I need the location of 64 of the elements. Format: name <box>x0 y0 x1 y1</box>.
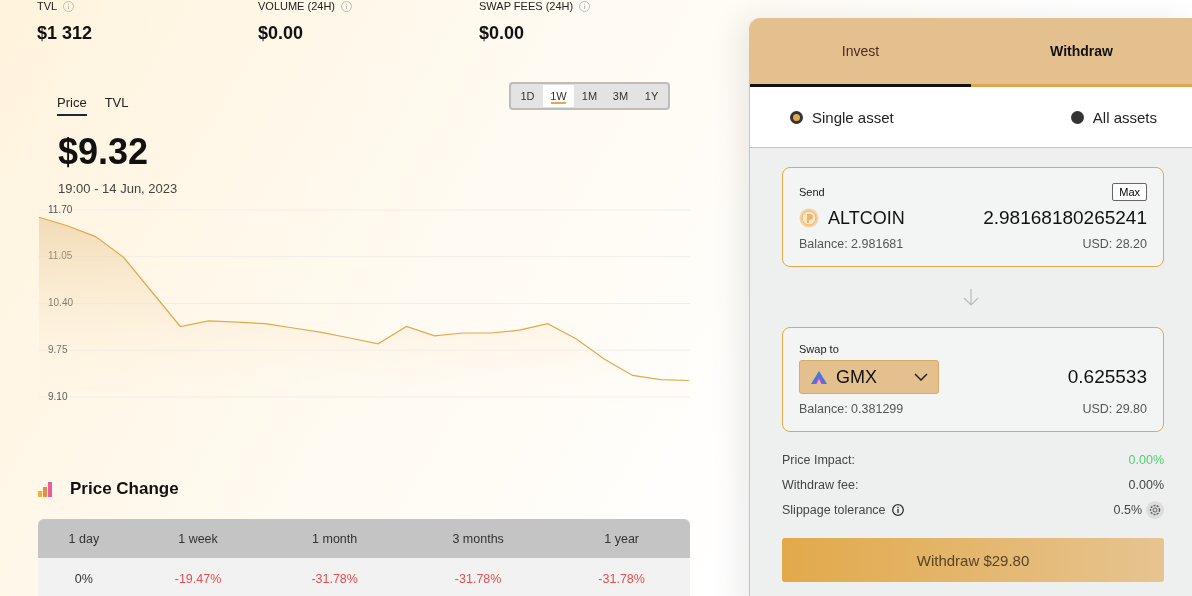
table-cell: 0% <box>38 558 130 596</box>
arrow-down-icon <box>963 288 979 306</box>
stat-label: SWAP FEES (24H) <box>479 0 574 12</box>
token-name: ALTCOIN <box>828 207 905 229</box>
withdraw-button[interactable]: Withdraw $29.80 <box>782 538 1164 582</box>
amount-field[interactable]: 2.98168180265241 <box>947 207 1147 229</box>
axis-tick-label: 11.05 <box>48 250 73 262</box>
column-header: 1 day <box>38 519 130 558</box>
max-button[interactable]: Max <box>1112 183 1147 201</box>
info-icon <box>341 0 353 12</box>
range-button[interactable]: 1D <box>512 85 543 107</box>
detail-value: 0.00% <box>1128 453 1164 467</box>
triangle-logo-icon <box>810 369 828 385</box>
range-button[interactable]: 1W <box>543 85 574 107</box>
amount-field[interactable]: 0.625533 <box>947 366 1147 388</box>
stat-label: TVL <box>37 0 58 12</box>
stat-value: $1 312 <box>37 23 94 44</box>
timestamp: 19:00 - 14 Jun, 2023 <box>58 181 179 196</box>
column-header: 3 months <box>403 519 554 558</box>
radio-button[interactable] <box>790 110 803 124</box>
section-title: Price Change <box>70 479 179 499</box>
chevron-down-icon <box>914 373 928 381</box>
column-header: 1 week <box>129 519 267 558</box>
column-header: 1 month <box>266 519 403 558</box>
price-value: $9.32 <box>58 131 150 173</box>
axis-tick-label: 9.75 <box>48 343 68 355</box>
usd-value: USD: 28.20 <box>1082 237 1147 251</box>
axis-tick-label: 9.10 <box>48 390 68 402</box>
stat-value: $0.00 <box>258 23 305 44</box>
card-label: Swap to <box>799 343 839 355</box>
info-icon <box>579 0 591 12</box>
token-select[interactable]: GMX <box>799 360 939 394</box>
detail-label: Price Impact: <box>782 453 855 467</box>
detail-label: Withdraw fee: <box>782 478 859 492</box>
settings-button[interactable] <box>1146 501 1164 519</box>
chart-tab[interactable]: Price <box>57 95 87 116</box>
table-cell: -31.78% <box>553 558 690 596</box>
info-icon <box>63 0 75 12</box>
chart-tab[interactable]: TVL <box>104 95 129 116</box>
table-cell: -19.47% <box>129 558 267 596</box>
table-cell: -31.78% <box>403 558 554 596</box>
stat-value: $0.00 <box>479 23 526 44</box>
coin-icon <box>799 208 819 228</box>
balance-text: Balance: 2.981681 <box>799 237 904 251</box>
settings-icon <box>1149 504 1161 516</box>
axis-tick-label: 10.40 <box>48 297 74 309</box>
radio-button[interactable] <box>1070 110 1084 124</box>
detail-value: 0.00% <box>1128 478 1164 492</box>
balance-text: Balance: 0.381299 <box>799 402 904 416</box>
radio-label[interactable]: All assets <box>1092 108 1157 126</box>
info-icon <box>891 504 904 516</box>
detail-label: Slippage tolerance <box>782 503 886 517</box>
range-button[interactable]: 1Y <box>636 85 667 107</box>
radio-label[interactable]: Single asset <box>812 108 894 126</box>
usd-value: USD: 29.80 <box>1082 402 1147 416</box>
axis-tick-label: 11.70 <box>48 203 73 215</box>
range-button[interactable]: 3M <box>605 85 636 107</box>
stat-label: VOLUME (24H) <box>258 0 336 12</box>
detail-value: 0.5% <box>1113 503 1142 517</box>
table-cell: -31.78% <box>266 558 403 596</box>
bar-chart-icon <box>38 481 52 497</box>
column-header: 1 year <box>553 519 690 558</box>
card-label: Send <box>799 186 825 198</box>
range-button[interactable]: 1M <box>574 85 605 107</box>
